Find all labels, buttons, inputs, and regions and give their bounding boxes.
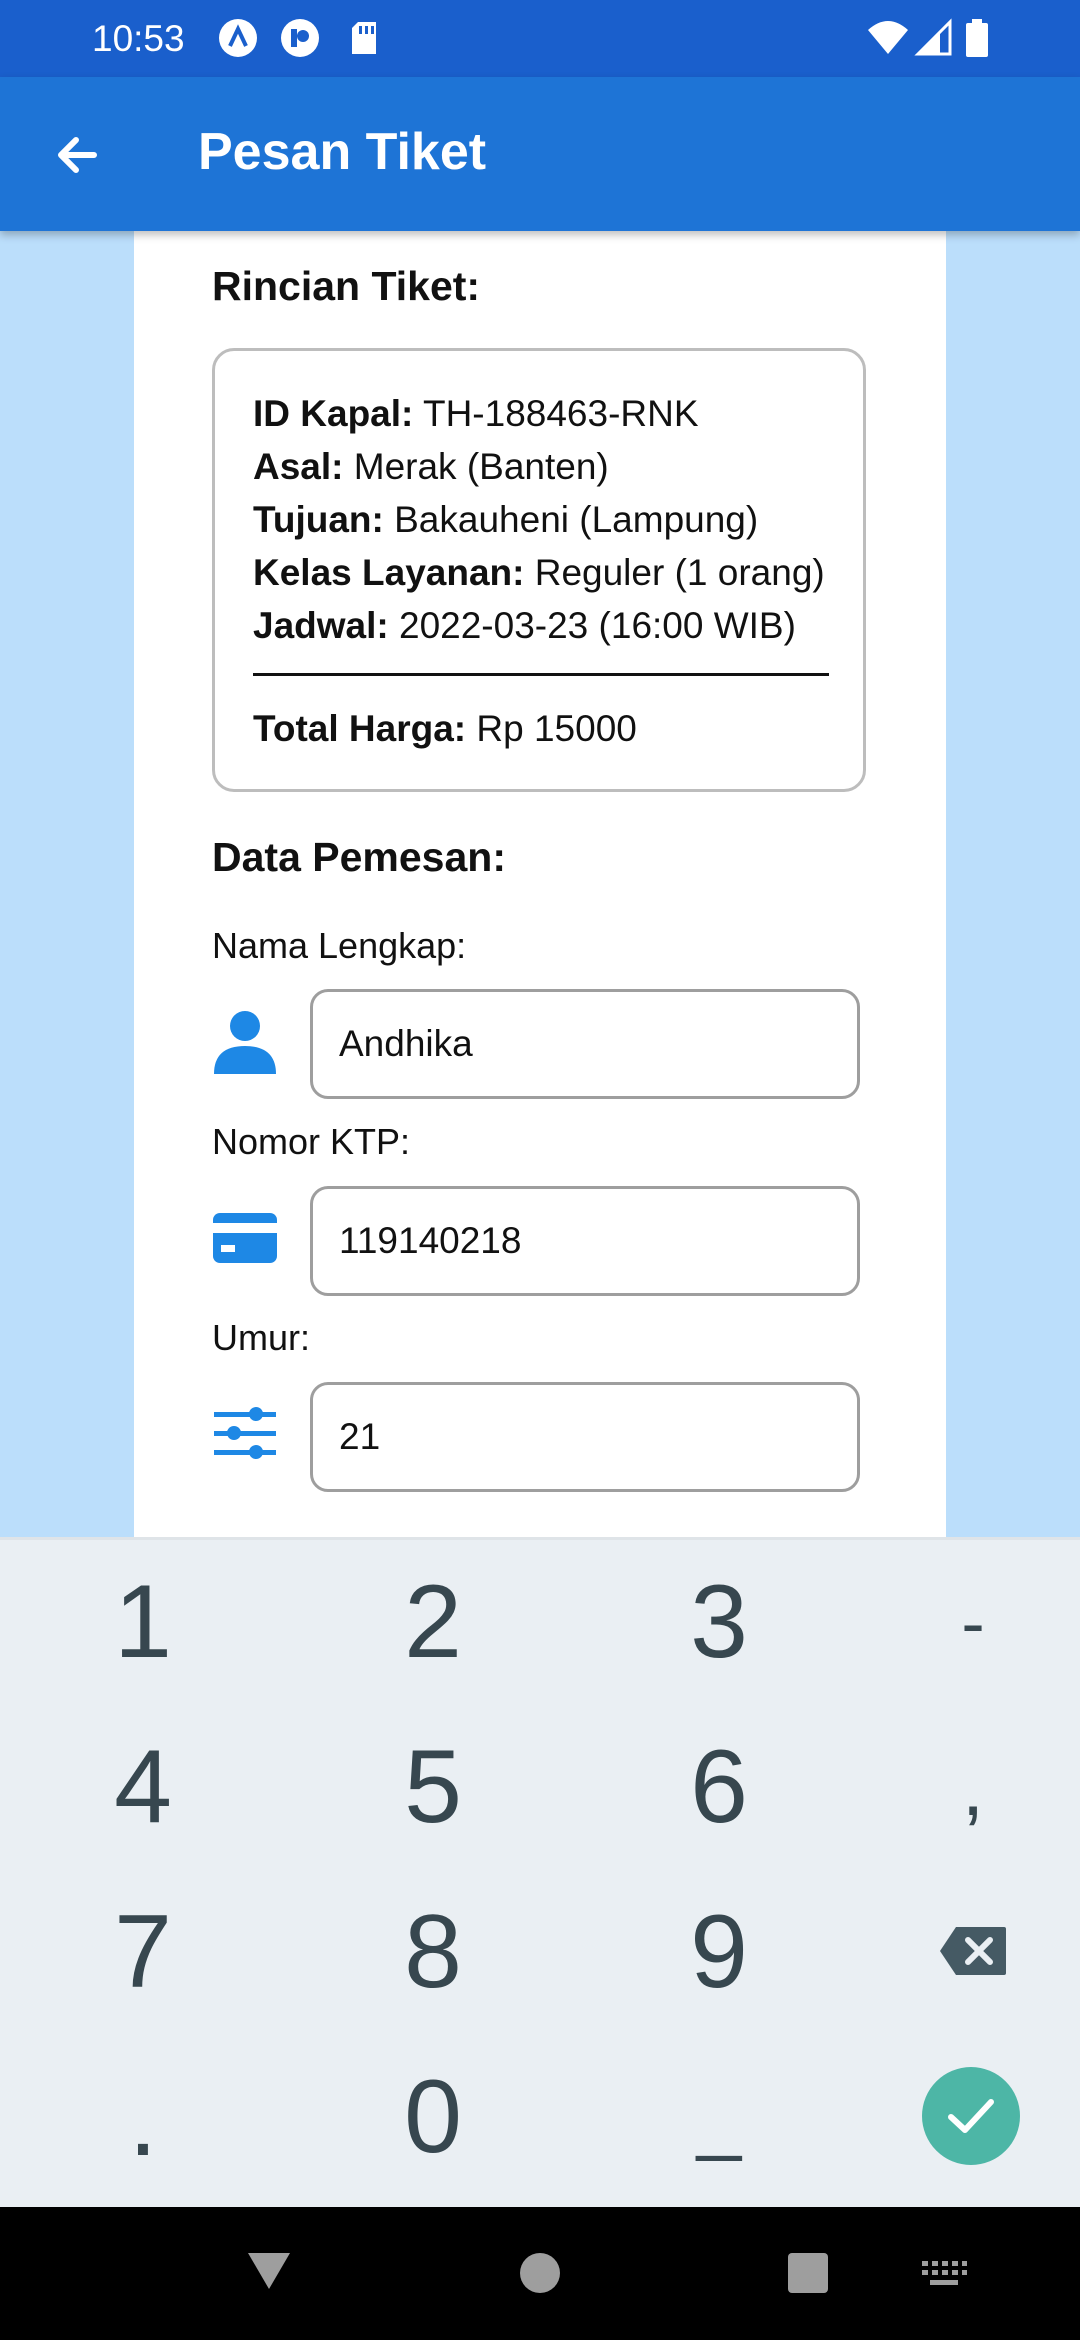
numeric-keyboard: 1 2 3 - 4 5 6 , 7 8 9 . 0 _ (0, 1537, 1080, 2210)
detail-destination-value: Bakauheni (Lampung) (383, 499, 759, 540)
wifi-icon (868, 21, 908, 54)
detail-origin-label: Asal: (253, 446, 344, 487)
page-title: Pesan Tiket (198, 123, 487, 181)
sd-card-icon (352, 22, 376, 54)
full-name-label: Nama Lengkap: (212, 925, 467, 966)
app-bar: Pesan Tiket (0, 77, 1080, 231)
detail-ship-id-label: ID Kapal: (253, 393, 414, 434)
person-icon (214, 1011, 276, 1074)
key-4[interactable]: 4 (8, 1705, 278, 1870)
key-1[interactable]: 1 (8, 1540, 278, 1705)
ticket-details-box: ID Kapal: TH-188463-RNK Asal: Merak (Ban… (212, 348, 866, 792)
backspace-icon[interactable] (938, 1925, 1008, 1977)
status-time: 10:53 (92, 18, 185, 59)
ktp-number-input[interactable]: 119140218 (310, 1186, 860, 1296)
detail-origin: Asal: Merak (Banten) (253, 446, 609, 488)
navigation-bar (0, 2207, 1080, 2340)
id-card-icon (213, 1213, 277, 1263)
detail-ship-id-value: TH-188463-RNK (413, 393, 699, 434)
detail-schedule-label: Jadwal: (253, 605, 389, 646)
key-minus[interactable]: - (838, 1540, 1080, 1705)
key-9[interactable]: 9 (584, 1870, 854, 2035)
age-input[interactable]: 21 (310, 1382, 860, 1492)
arrow-back-icon[interactable] (46, 123, 110, 187)
detail-service-class-value: Reguler (1 orang) (524, 552, 825, 593)
detail-total-price-label: Total Harga: (253, 708, 467, 749)
detail-schedule: Jadwal: 2022-03-23 (16:00 WIB) (253, 605, 796, 647)
tune-icon (214, 1407, 276, 1459)
key-0[interactable]: 0 (298, 2035, 568, 2200)
signal-icon (914, 18, 952, 56)
key-period[interactable]: . (8, 2035, 278, 2200)
key-5[interactable]: 5 (298, 1705, 568, 1870)
done-key[interactable] (922, 2067, 1020, 2165)
keyboard-switch-icon[interactable] (920, 2259, 968, 2289)
key-8[interactable]: 8 (298, 1870, 568, 2035)
booking-form-card: Rincian Tiket: ID Kapal: TH-188463-RNK A… (134, 231, 946, 1540)
a-icon (219, 19, 257, 57)
detail-destination-label: Tujuan: (253, 499, 384, 540)
ktp-number-label: Nomor KTP: (212, 1121, 411, 1162)
full-name-input[interactable]: Andhika (310, 989, 860, 1099)
age-label: Umur: (212, 1317, 310, 1358)
divider (253, 673, 829, 676)
key-underscore[interactable]: _ (584, 2035, 854, 2200)
check-icon (948, 2099, 994, 2133)
key-3[interactable]: 3 (584, 1540, 854, 1705)
nav-back-icon[interactable] (246, 2251, 292, 2291)
detail-schedule-value: 2022-03-23 (16:00 WIB) (388, 605, 796, 646)
booker-data-heading: Data Pemesan: (212, 834, 506, 880)
detail-service-class-label: Kelas Layanan: (253, 552, 525, 593)
detail-destination: Tujuan: Bakauheni (Lampung) (253, 499, 758, 541)
nav-home-icon[interactable] (518, 2251, 562, 2295)
detail-total-price-value: Rp 15000 (466, 708, 637, 749)
key-comma[interactable]: , (838, 1705, 1080, 1870)
key-6[interactable]: 6 (584, 1705, 854, 1870)
ticket-details-heading: Rincian Tiket: (212, 263, 481, 309)
key-7[interactable]: 7 (8, 1870, 278, 2035)
detail-service-class: Kelas Layanan: Reguler (1 orang) (253, 552, 825, 594)
detail-ship-id: ID Kapal: TH-188463-RNK (253, 393, 699, 435)
key-2[interactable]: 2 (298, 1540, 568, 1705)
nav-recents-icon[interactable] (786, 2251, 830, 2295)
status-bar: 10:53 (0, 0, 1080, 77)
battery-icon (966, 19, 988, 57)
detail-origin-value: Merak (Banten) (343, 446, 609, 487)
detail-total-price: Total Harga: Rp 15000 (253, 708, 637, 750)
p-icon (281, 19, 319, 57)
